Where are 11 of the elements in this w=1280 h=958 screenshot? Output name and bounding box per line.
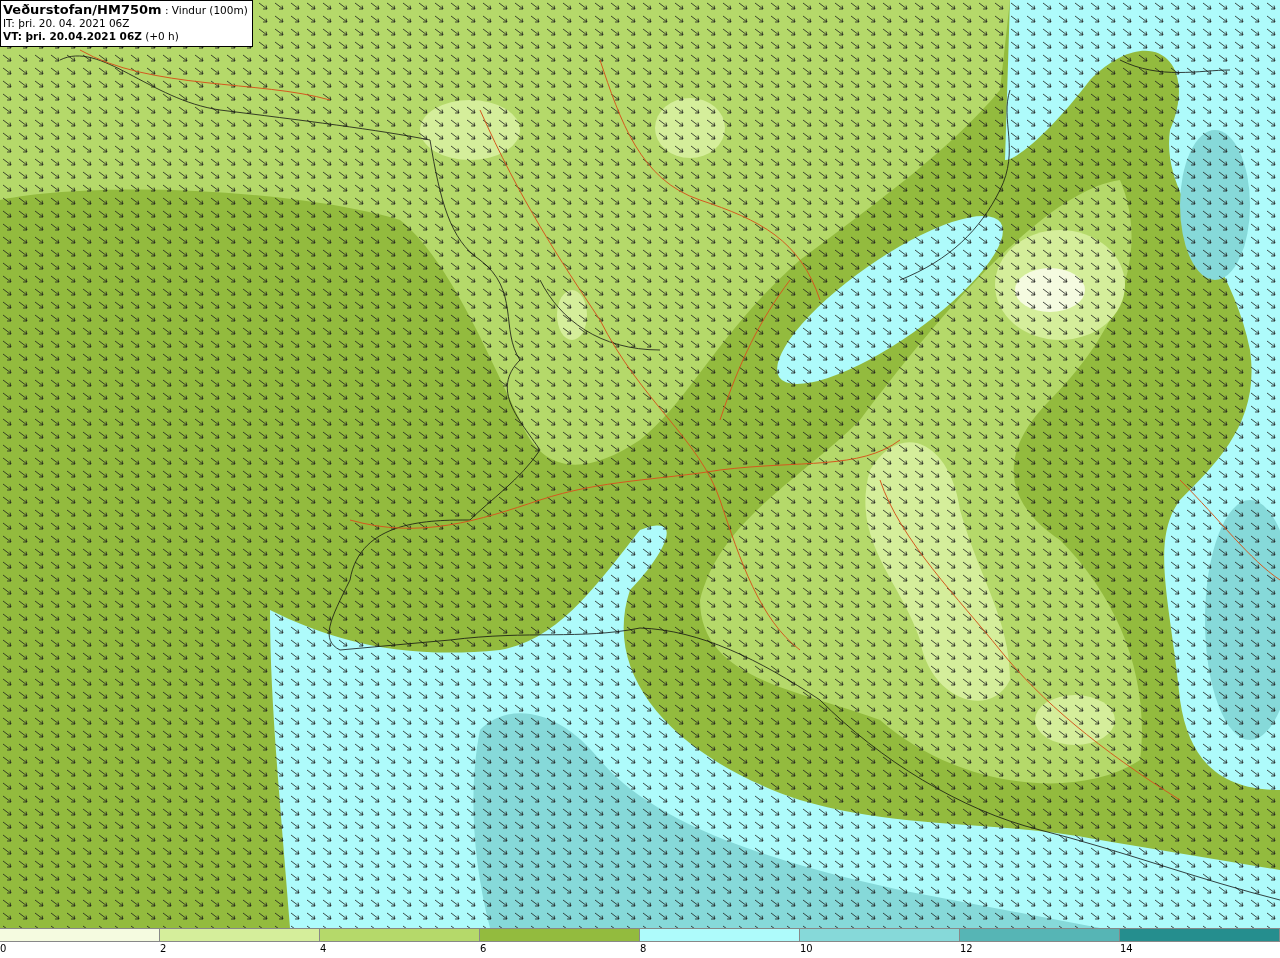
legend-label: 14 [1120,942,1133,955]
legend-label: 10 [800,942,813,955]
legend-label: 6 [480,942,487,955]
legend-label: 0 [0,942,7,955]
legend-label: 8 [640,942,647,955]
legend-label: 2 [160,942,167,955]
map-info-text: VT: þri. 20.04.2021 06Z (+0 h) [3,30,180,43]
map-info-text: Veðurstofan/HM750m : Vindur (100m) [3,3,248,17]
legend-label: 12 [960,942,973,955]
map-info-text: IT: þri. 20. 04. 2021 06Z [3,17,131,30]
legend-label: 4 [320,942,327,955]
